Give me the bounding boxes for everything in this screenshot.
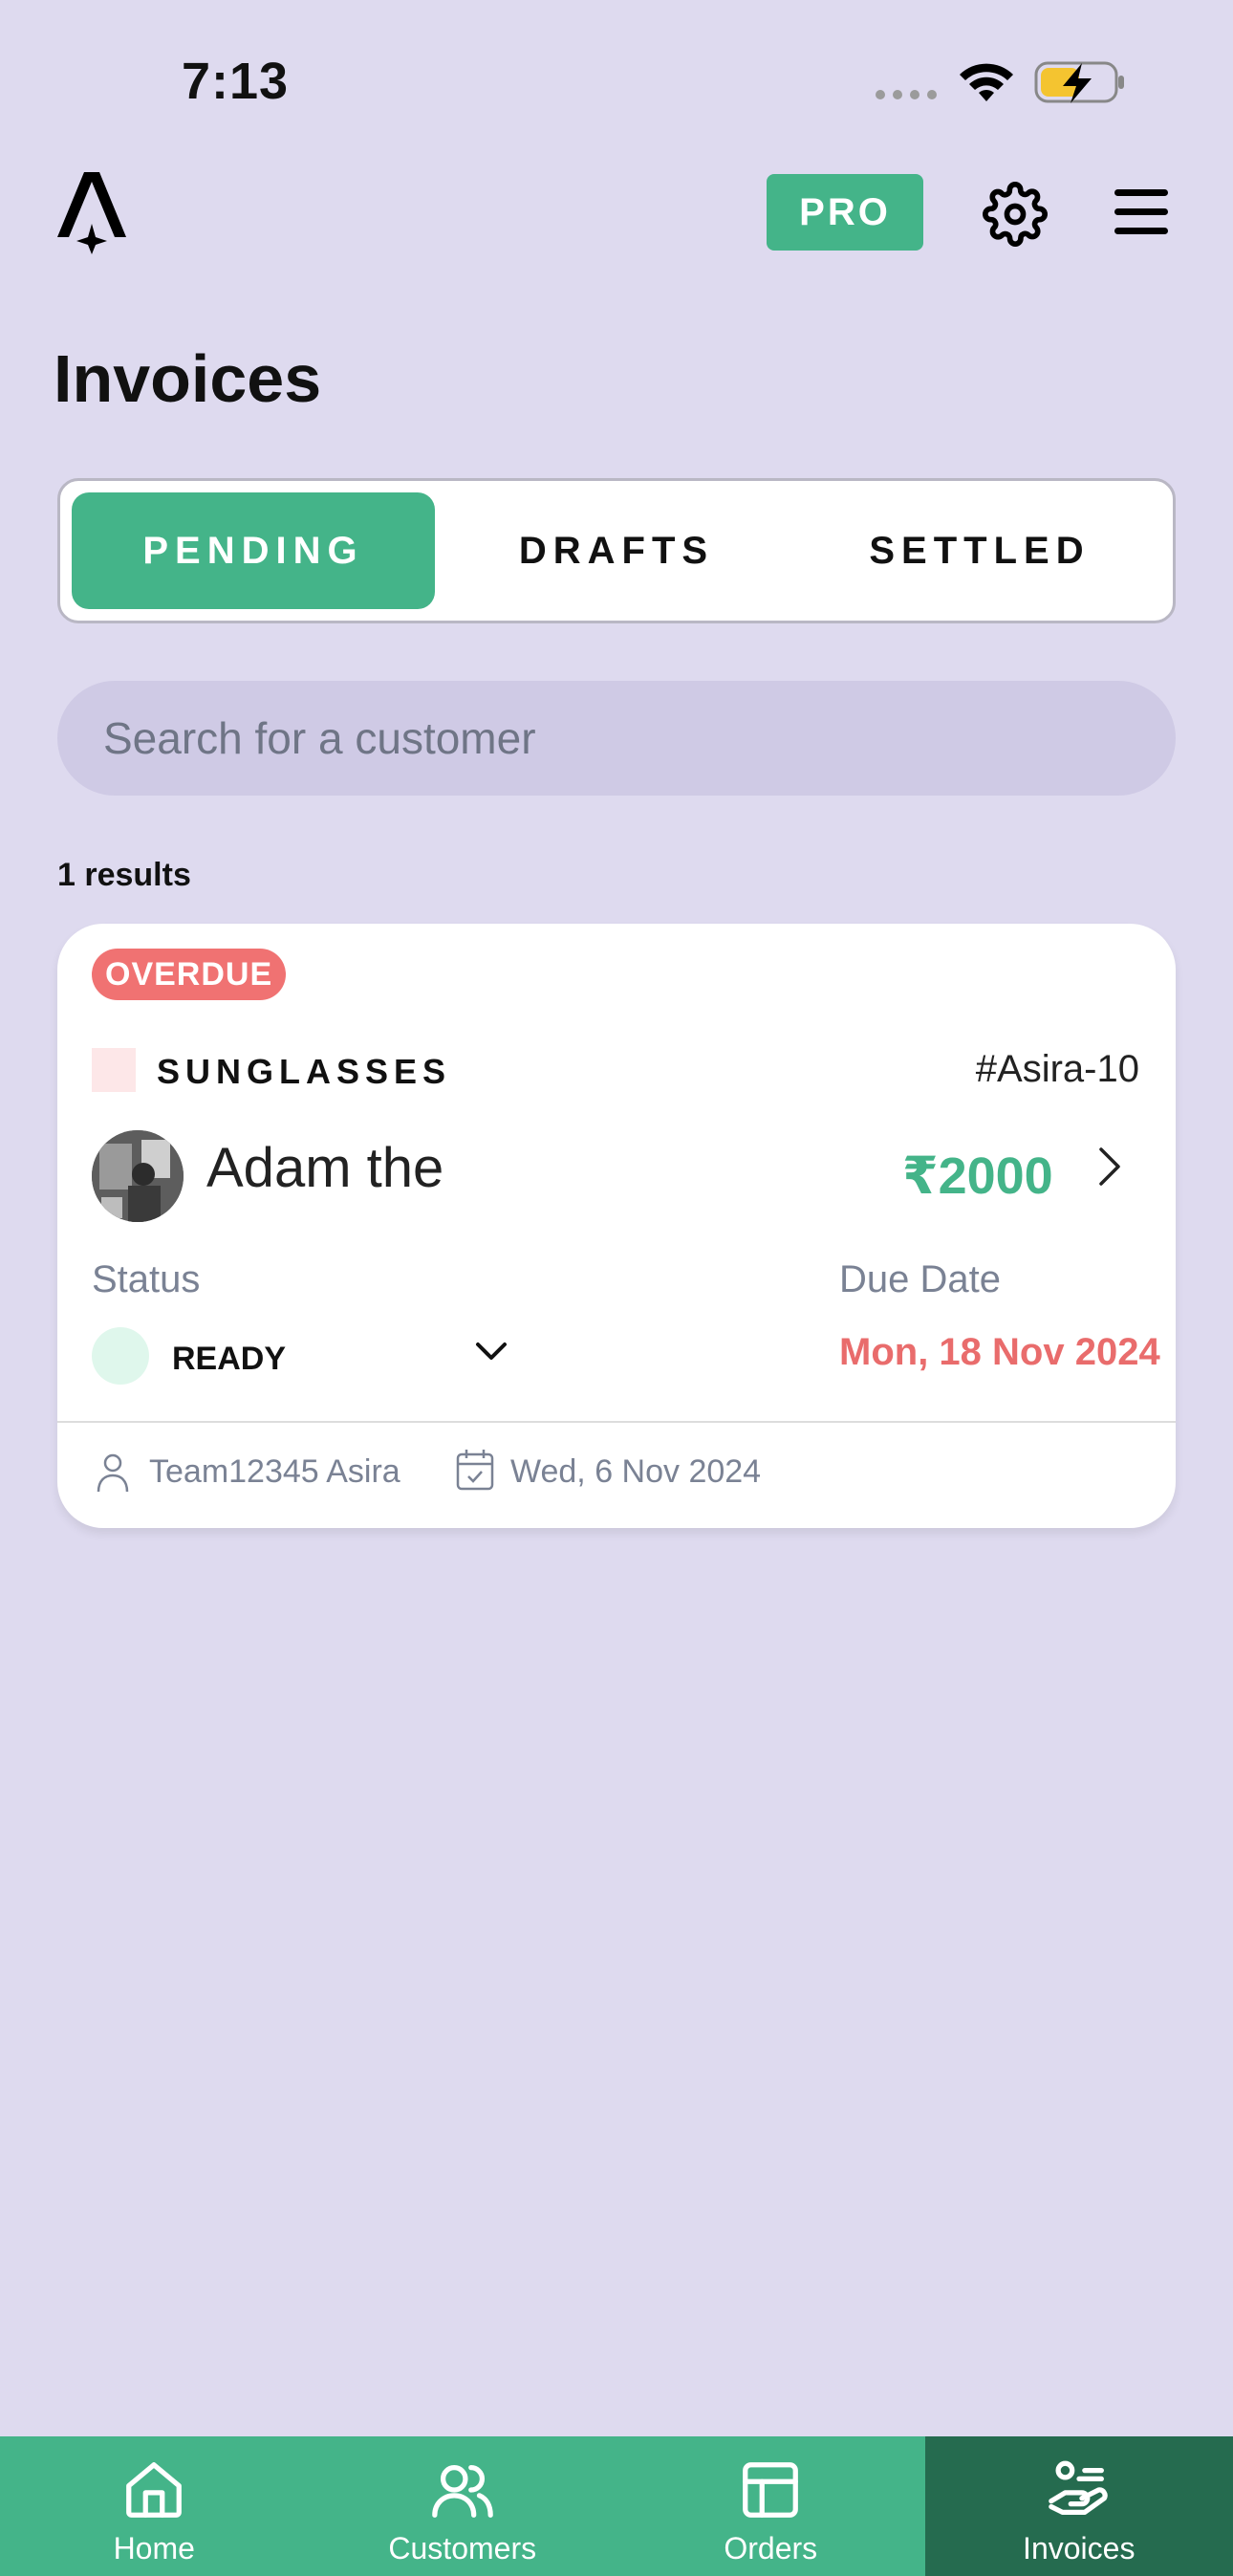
tab-drafts[interactable]: DRAFTS [435, 492, 798, 609]
tab-settled[interactable]: SETTLED [798, 492, 1161, 609]
card-divider [57, 1421, 1176, 1423]
orders-icon [743, 2462, 799, 2518]
pro-badge[interactable]: PRO [767, 174, 923, 251]
created-date: Wed, 6 Nov 2024 [510, 1453, 762, 1490]
status-bar: 7:13 [0, 0, 1233, 143]
nav-home-label: Home [113, 2531, 195, 2565]
invoice-amount: ₹2000 [902, 1147, 1053, 1205]
invoice-card[interactable]: OVERDUE SUNGLASSES #Asira-10 Adam the ₹2… [57, 924, 1176, 1528]
nav-invoices[interactable]: Invoices [924, 2436, 1233, 2576]
gear-icon[interactable] [983, 182, 1048, 247]
battery-charging-icon [1034, 61, 1124, 103]
invoice-category: SUNGLASSES [157, 1052, 452, 1091]
search-input[interactable]: Search for a customer [57, 681, 1176, 796]
customers-icon [431, 2465, 493, 2518]
nav-invoices-label: Invoices [1023, 2531, 1136, 2565]
chevron-right-icon[interactable] [1095, 1146, 1124, 1188]
home-icon [126, 2462, 183, 2518]
status-label: Status [92, 1258, 201, 1300]
category-color-swatch [92, 1048, 136, 1092]
calendar-icon [456, 1450, 494, 1491]
cellular-signal-icon [876, 90, 937, 99]
overdue-badge: OVERDUE [92, 949, 287, 1000]
due-date-value: Mon, 18 Nov 2024 [839, 1331, 1160, 1373]
wifi-icon [960, 63, 1013, 101]
invoices-icon [1048, 2460, 1108, 2515]
results-count: 1 results [57, 857, 191, 893]
bottom-nav: Home Customers Orders Invoices [0, 2436, 1233, 2576]
customer-name: Adam the [206, 1137, 444, 1199]
invoice-id: #Asira-10 [975, 1048, 1139, 1090]
page-title: Invoices [54, 341, 322, 416]
tab-pending[interactable]: PENDING [72, 492, 435, 609]
team-name: Team12345 Asira [149, 1453, 400, 1490]
nav-customers-label: Customers [388, 2531, 537, 2565]
status-dropdown-value[interactable]: READY [172, 1341, 286, 1378]
nav-customers[interactable]: Customers [309, 2436, 617, 2576]
nav-home[interactable]: Home [0, 2436, 309, 2576]
chevron-down-icon[interactable] [474, 1341, 508, 1364]
user-icon [97, 1453, 129, 1493]
status-time: 7:13 [182, 53, 290, 110]
hamburger-menu-icon[interactable] [1113, 187, 1170, 237]
nav-orders-label: Orders [724, 2531, 818, 2565]
invoice-status-tabs: PENDING DRAFTS SETTLED [57, 478, 1176, 623]
nav-orders[interactable]: Orders [616, 2436, 925, 2576]
customer-avatar [92, 1130, 184, 1222]
status-indicator-dot [92, 1327, 149, 1385]
due-date-label: Due Date [839, 1258, 1001, 1300]
app-logo [57, 172, 126, 254]
